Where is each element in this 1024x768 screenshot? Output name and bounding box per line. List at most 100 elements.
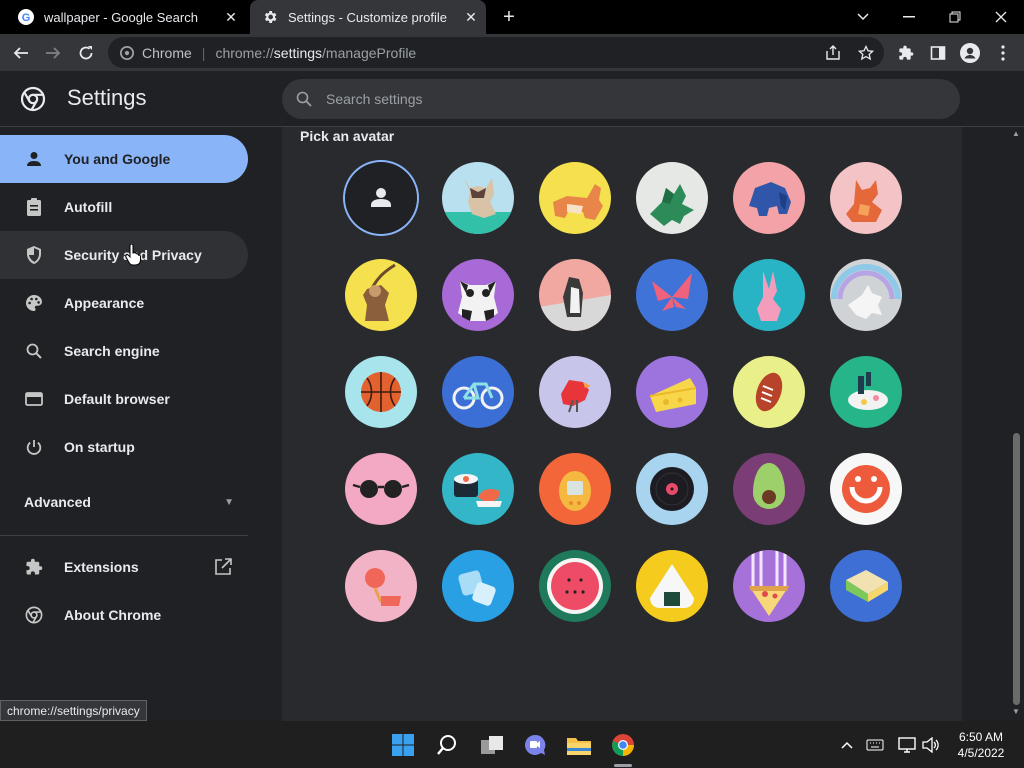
avatar-sandwich[interactable] — [830, 550, 902, 622]
side-panel-icon[interactable] — [925, 40, 951, 66]
sidebar-item-search-engine[interactable]: Search engine — [0, 327, 248, 375]
sidebar-item-label: Appearance — [64, 295, 145, 311]
link-status-bubble: chrome://settings/privacy — [0, 700, 147, 721]
avatar-watermelon[interactable] — [539, 550, 611, 622]
minimize-icon[interactable] — [886, 0, 932, 34]
sidebar-item-label: You and Google — [64, 151, 171, 167]
avatar-bird[interactable] — [539, 356, 611, 428]
avatar-sunglasses[interactable] — [345, 453, 417, 525]
avatar-corgi[interactable] — [539, 162, 611, 234]
power-icon — [24, 437, 44, 457]
sidebar-item-autofill[interactable]: Autofill — [0, 183, 248, 231]
avatar-butterfly[interactable] — [636, 259, 708, 331]
sidebar-item-appearance[interactable]: Appearance — [0, 279, 248, 327]
sidebar-item-on-startup[interactable]: On startup — [0, 423, 248, 471]
chrome-icon — [24, 605, 44, 625]
avatar-elephant[interactable] — [733, 162, 805, 234]
profile-avatar-icon[interactable] — [957, 40, 983, 66]
divider: | — [201, 44, 206, 61]
tray-chevron-up-icon[interactable] — [837, 735, 857, 755]
window-close-icon[interactable] — [978, 0, 1024, 34]
avatar-panda[interactable] — [442, 259, 514, 331]
address-bar[interactable]: Chrome | chrome://settings/manageProfile — [108, 37, 884, 68]
person-icon — [24, 149, 44, 169]
avatar-basketball[interactable] — [345, 356, 417, 428]
file-explorer-icon[interactable] — [565, 731, 593, 759]
volume-icon[interactable] — [921, 735, 941, 755]
open-in-new-icon — [214, 558, 232, 579]
svg-text:G: G — [22, 12, 31, 24]
avatar-cat[interactable] — [442, 162, 514, 234]
avatar-vinyl[interactable] — [636, 453, 708, 525]
google-g-icon: G — [18, 9, 34, 25]
search-icon — [294, 89, 314, 109]
sidebar-advanced-toggle[interactable]: Advanced ▼ — [24, 494, 234, 510]
extensions-puzzle-icon — [24, 557, 44, 577]
forward-arrow-icon[interactable] — [40, 40, 66, 66]
chrome-taskbar-icon[interactable] — [609, 731, 637, 759]
avatar-avocado[interactable] — [733, 453, 805, 525]
avatar-dragon[interactable] — [636, 162, 708, 234]
avatar-ice-cream[interactable] — [345, 550, 417, 622]
page-title: Settings — [67, 85, 147, 110]
avatar-burger[interactable] — [830, 356, 902, 428]
kebab-menu-icon[interactable] — [990, 40, 1016, 66]
share-icon[interactable] — [820, 40, 846, 66]
advanced-label: Advanced — [24, 494, 91, 510]
avatar-onigiri[interactable] — [636, 550, 708, 622]
bookmark-star-icon[interactable] — [853, 40, 879, 66]
avatar-monkey[interactable] — [345, 259, 417, 331]
avatar-sushi[interactable] — [442, 453, 514, 525]
avatar-bicycle[interactable] — [442, 356, 514, 428]
active-app-indicator — [614, 764, 632, 767]
close-tab-icon[interactable]: ✕ — [462, 8, 480, 26]
windows-start-icon[interactable] — [389, 731, 417, 759]
task-view-icon[interactable] — [478, 731, 506, 759]
chip-label: Chrome — [142, 44, 192, 61]
keyboard-icon[interactable] — [865, 735, 885, 755]
network-monitor-icon[interactable] — [897, 735, 917, 755]
avatar-ice-cubes[interactable] — [442, 550, 514, 622]
taskbar-search-icon[interactable] — [433, 731, 461, 759]
back-arrow-icon[interactable] — [8, 40, 34, 66]
sidebar-item-you-and-google[interactable]: You and Google — [0, 135, 248, 183]
chrome-logo-icon — [20, 86, 46, 112]
avatar-rabbit[interactable] — [733, 259, 805, 331]
browser-window-icon — [24, 389, 44, 409]
scrollbar-thumb[interactable] — [1013, 433, 1020, 705]
restore-icon[interactable] — [932, 0, 978, 34]
sidebar-item-about-chrome[interactable]: About Chrome — [0, 591, 248, 639]
url-text: chrome://settings/manageProfile — [215, 44, 417, 61]
hand-cursor-icon — [124, 243, 142, 271]
page-scrollbar[interactable]: ▲ ▼ — [1009, 127, 1024, 721]
close-tab-icon[interactable]: ✕ — [222, 8, 240, 26]
clock[interactable]: 6:50 AM 4/5/2022 — [946, 729, 1016, 761]
avatar-pizza[interactable] — [733, 550, 805, 622]
avatar-cheese[interactable] — [636, 356, 708, 428]
scroll-down-arrow-icon[interactable]: ▼ — [1012, 707, 1020, 716]
avatar-football[interactable] — [733, 356, 805, 428]
chrome-chip[interactable]: Chrome — [120, 45, 192, 61]
sidebar-item-default-browser[interactable]: Default browser — [0, 375, 248, 423]
reload-icon[interactable] — [73, 40, 99, 66]
settings-search[interactable] — [282, 79, 960, 119]
avatar-default-person[interactable] — [345, 162, 417, 234]
teams-chat-icon[interactable] — [521, 731, 549, 759]
tab-search-chevron-icon[interactable] — [840, 0, 886, 34]
tab-customize-profile[interactable]: Settings - Customize profile ✕ — [250, 0, 486, 34]
avatar-fox[interactable] — [830, 162, 902, 234]
tab-wallpaper-search[interactable]: G wallpaper - Google Search ✕ — [6, 0, 246, 34]
extensions-puzzle-icon[interactable] — [893, 40, 919, 66]
settings-header: Settings — [0, 71, 1024, 127]
avatar-smiley[interactable] — [830, 453, 902, 525]
avatar-unicorn[interactable] — [830, 259, 902, 331]
avatar-tamagotchi[interactable] — [539, 453, 611, 525]
sidebar-divider — [0, 535, 248, 536]
scroll-up-arrow-icon[interactable]: ▲ — [1012, 129, 1020, 138]
sidebar-item-extensions[interactable]: Extensions — [0, 543, 248, 591]
manage-profile-panel: Pick an avatar — [282, 127, 962, 721]
new-tab-button[interactable]: + — [498, 6, 520, 28]
chrome-icon — [120, 45, 134, 60]
search-input[interactable] — [326, 91, 926, 107]
avatar-penguin[interactable] — [539, 259, 611, 331]
